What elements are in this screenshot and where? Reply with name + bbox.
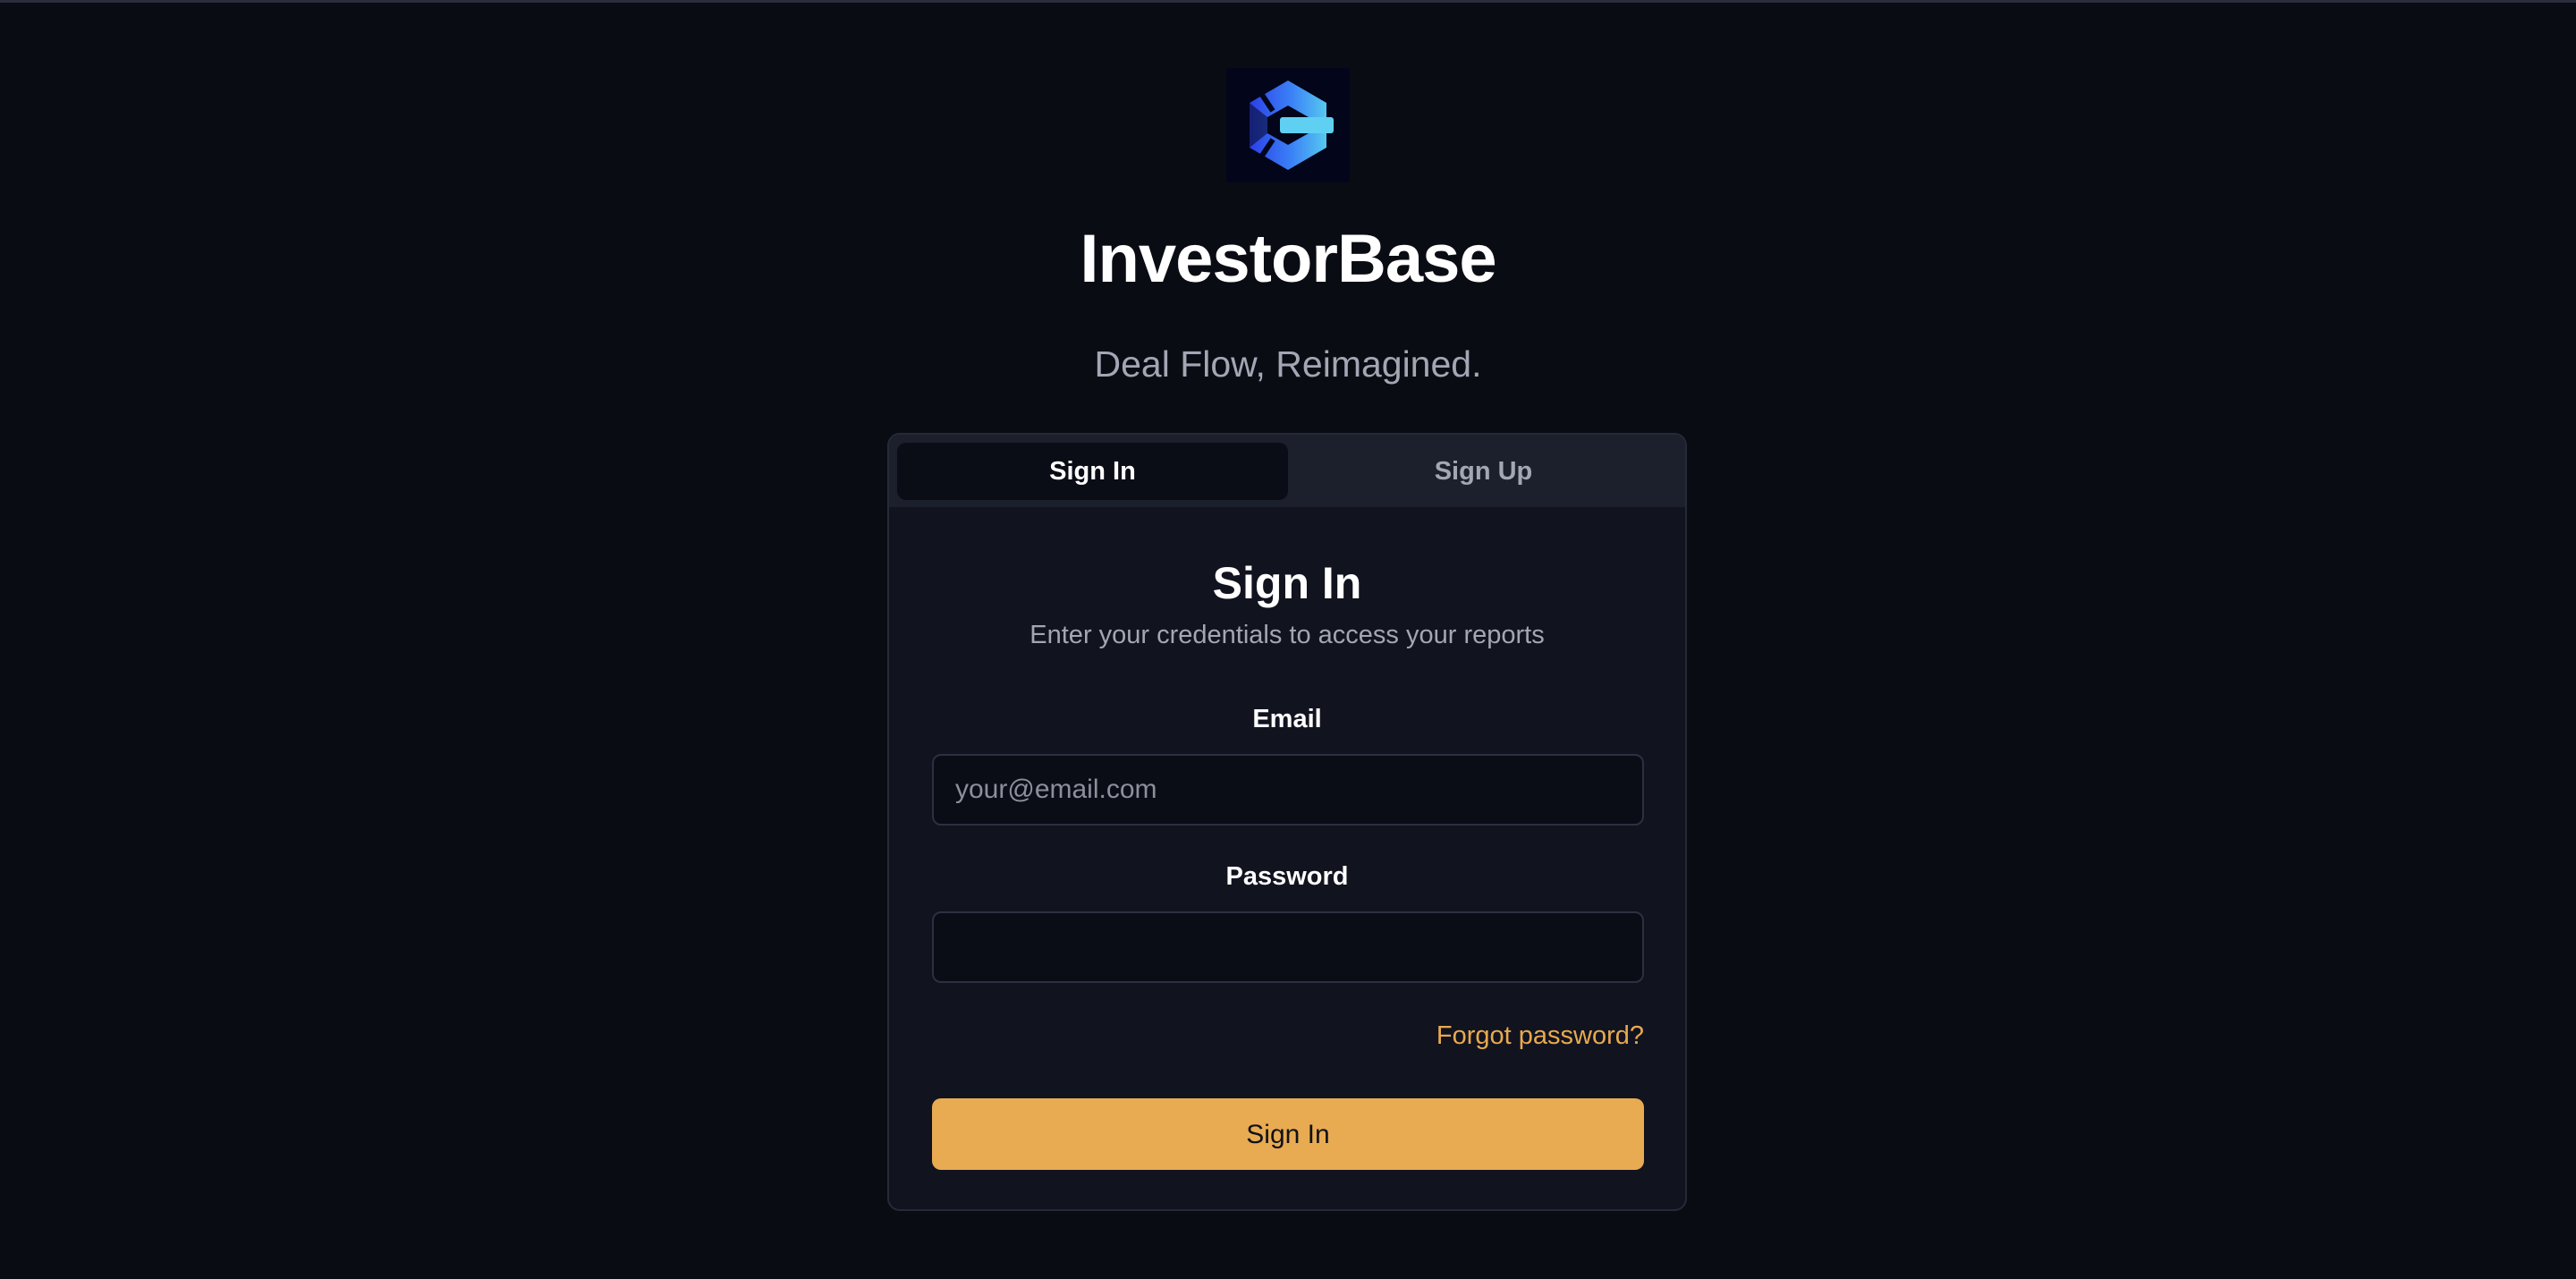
auth-tabs: Sign In Sign Up [889,435,1685,507]
auth-card: Sign In Sign Up Sign In Enter your crede… [887,433,1687,1211]
sign-in-button[interactable]: Sign In [932,1098,1644,1170]
tab-sign-up[interactable]: Sign Up [1288,443,1679,500]
password-field[interactable] [932,911,1644,983]
tab-sign-in[interactable]: Sign In [897,443,1288,500]
app-title: InvestorBase [1080,221,1496,297]
password-label: Password [1225,862,1349,891]
hexagon-logo-icon [1226,68,1350,182]
login-page: InvestorBase Deal Flow, Reimagined. Sign… [0,0,2576,1279]
form-title: Sign In [1212,558,1362,608]
form-subtitle: Enter your credentials to access your re… [1030,621,1545,649]
forgot-password-link[interactable]: Forgot password? [1436,1020,1644,1052]
email-label: Email [1252,705,1322,733]
email-field[interactable] [932,754,1644,826]
app-tagline: Deal Flow, Reimagined. [1094,343,1482,385]
